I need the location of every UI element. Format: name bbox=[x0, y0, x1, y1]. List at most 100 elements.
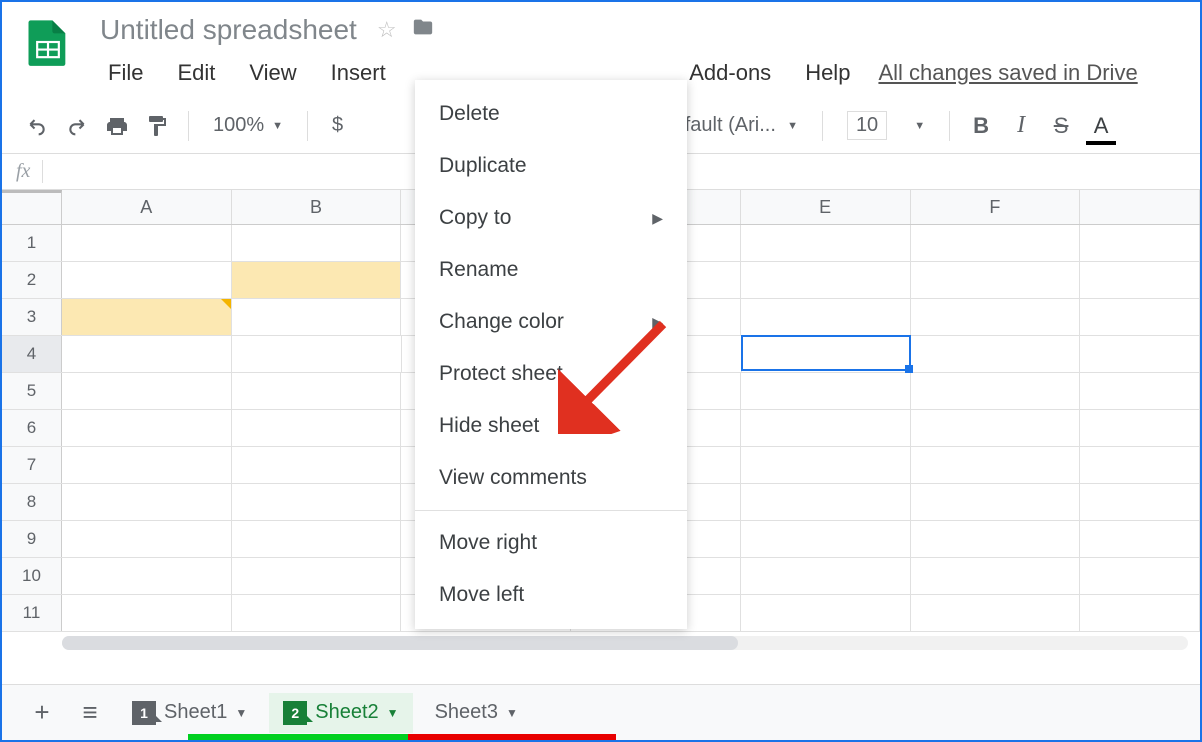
undo-button[interactable] bbox=[22, 111, 52, 141]
cell-B5[interactable] bbox=[232, 373, 402, 409]
menu-move-right[interactable]: Move right bbox=[415, 517, 687, 569]
cell-E1[interactable] bbox=[741, 225, 911, 261]
zoom-select[interactable]: 100%▼ bbox=[205, 114, 291, 137]
cell-F11[interactable] bbox=[911, 595, 1081, 631]
col-header[interactable] bbox=[1080, 190, 1200, 224]
cell-E4[interactable] bbox=[741, 335, 911, 371]
text-color-button[interactable]: A bbox=[1086, 111, 1116, 141]
cell-A10[interactable] bbox=[62, 558, 232, 594]
col-header-E[interactable]: E bbox=[741, 190, 911, 224]
bold-button[interactable]: B bbox=[966, 111, 996, 141]
cell-B7[interactable] bbox=[232, 447, 402, 483]
col-header-B[interactable]: B bbox=[232, 190, 402, 224]
cell-F6[interactable] bbox=[911, 410, 1081, 446]
cell-E7[interactable] bbox=[741, 447, 911, 483]
menu-duplicate[interactable]: Duplicate bbox=[415, 140, 687, 192]
cell[interactable] bbox=[1080, 373, 1200, 409]
row-header-4[interactable]: 4 bbox=[2, 336, 62, 372]
col-header-A[interactable]: A bbox=[62, 190, 232, 224]
cell-A7[interactable] bbox=[62, 447, 232, 483]
sheet-tab-sheet1[interactable]: 1Sheet1▼ bbox=[118, 693, 261, 733]
save-status[interactable]: All changes saved in Drive bbox=[878, 60, 1137, 86]
cell-B3[interactable] bbox=[232, 299, 402, 335]
cell-F4[interactable] bbox=[910, 336, 1080, 372]
cell-A8[interactable] bbox=[62, 484, 232, 520]
menu-help[interactable]: Help bbox=[791, 56, 864, 90]
cell-A2[interactable] bbox=[62, 262, 232, 298]
row-header-6[interactable]: 6 bbox=[2, 410, 62, 446]
cell-E9[interactable] bbox=[741, 521, 911, 557]
cell[interactable] bbox=[1080, 299, 1200, 335]
menu-hide-sheet[interactable]: Hide sheet bbox=[415, 400, 687, 452]
row-header-1[interactable]: 1 bbox=[2, 225, 62, 261]
cell[interactable] bbox=[1080, 595, 1200, 631]
menu-copy-to[interactable]: Copy to▶ bbox=[415, 192, 687, 244]
cell[interactable] bbox=[1080, 262, 1200, 298]
fontsize-select[interactable]: 10 ▼ bbox=[839, 111, 933, 140]
row-header-9[interactable]: 9 bbox=[2, 521, 62, 557]
row-header-8[interactable]: 8 bbox=[2, 484, 62, 520]
row-header-2[interactable]: 2 bbox=[2, 262, 62, 298]
cell-B11[interactable] bbox=[232, 595, 402, 631]
cell-E8[interactable] bbox=[741, 484, 911, 520]
cell[interactable] bbox=[1080, 484, 1200, 520]
row-header-10[interactable]: 10 bbox=[2, 558, 62, 594]
cell-A9[interactable] bbox=[62, 521, 232, 557]
sheet-tab-sheet2[interactable]: 2Sheet2▼ bbox=[269, 693, 412, 733]
cell-A1[interactable] bbox=[62, 225, 232, 261]
cell-F9[interactable] bbox=[911, 521, 1081, 557]
star-icon[interactable]: ☆ bbox=[377, 17, 397, 43]
folder-icon[interactable] bbox=[411, 16, 435, 44]
cell-B8[interactable] bbox=[232, 484, 402, 520]
cell[interactable] bbox=[1080, 558, 1200, 594]
tab-dropdown-icon[interactable]: ▼ bbox=[235, 706, 247, 720]
menu-file[interactable]: File bbox=[94, 56, 157, 90]
cell-F10[interactable] bbox=[911, 558, 1081, 594]
sheet-tab-sheet3[interactable]: Sheet3▼ bbox=[421, 693, 532, 733]
paint-format-button[interactable] bbox=[142, 111, 172, 141]
cell-F1[interactable] bbox=[911, 225, 1081, 261]
cell-F3[interactable] bbox=[911, 299, 1081, 335]
row-header-3[interactable]: 3 bbox=[2, 299, 62, 335]
cell-E6[interactable] bbox=[741, 410, 911, 446]
all-sheets-button[interactable]: ≡ bbox=[70, 693, 110, 733]
menu-move-left[interactable]: Move left bbox=[415, 569, 687, 621]
select-all-corner[interactable] bbox=[2, 190, 62, 224]
redo-button[interactable] bbox=[62, 111, 92, 141]
cell-A3[interactable] bbox=[62, 299, 232, 335]
row-header-11[interactable]: 11 bbox=[2, 595, 62, 631]
cell-F5[interactable] bbox=[911, 373, 1081, 409]
cell[interactable] bbox=[1080, 447, 1200, 483]
menu-delete[interactable]: Delete bbox=[415, 88, 687, 140]
cell-F2[interactable] bbox=[911, 262, 1081, 298]
menu-protect-sheet[interactable]: Protect sheet bbox=[415, 348, 687, 400]
menu-view-comments[interactable]: View comments bbox=[415, 452, 687, 504]
menu-view[interactable]: View bbox=[235, 56, 310, 90]
menu-edit[interactable]: Edit bbox=[163, 56, 229, 90]
cell-F7[interactable] bbox=[911, 447, 1081, 483]
tab-dropdown-icon[interactable]: ▼ bbox=[506, 706, 518, 720]
menu-insert[interactable]: Insert bbox=[317, 56, 400, 90]
row-header-5[interactable]: 5 bbox=[2, 373, 62, 409]
strike-button[interactable]: S bbox=[1046, 111, 1076, 141]
horizontal-scrollbar[interactable] bbox=[62, 636, 1188, 650]
cell-E2[interactable] bbox=[741, 262, 911, 298]
cell-E3[interactable] bbox=[741, 299, 911, 335]
cell-B6[interactable] bbox=[232, 410, 402, 446]
cell-B4[interactable] bbox=[232, 336, 402, 372]
cell-B9[interactable] bbox=[232, 521, 402, 557]
cell[interactable] bbox=[1080, 225, 1200, 261]
cell-A6[interactable] bbox=[62, 410, 232, 446]
cell[interactable] bbox=[1080, 336, 1200, 372]
col-header-F[interactable]: F bbox=[911, 190, 1081, 224]
cell-F8[interactable] bbox=[911, 484, 1081, 520]
menu-addons[interactable]: Add-ons bbox=[675, 56, 785, 90]
print-button[interactable] bbox=[102, 111, 132, 141]
tab-dropdown-icon[interactable]: ▼ bbox=[387, 706, 399, 720]
cell-A5[interactable] bbox=[62, 373, 232, 409]
add-sheet-button[interactable]: + bbox=[22, 693, 62, 733]
cell[interactable] bbox=[1080, 521, 1200, 557]
menu-change-color[interactable]: Change color▶ bbox=[415, 296, 687, 348]
cell-E10[interactable] bbox=[741, 558, 911, 594]
cell[interactable] bbox=[1080, 410, 1200, 446]
